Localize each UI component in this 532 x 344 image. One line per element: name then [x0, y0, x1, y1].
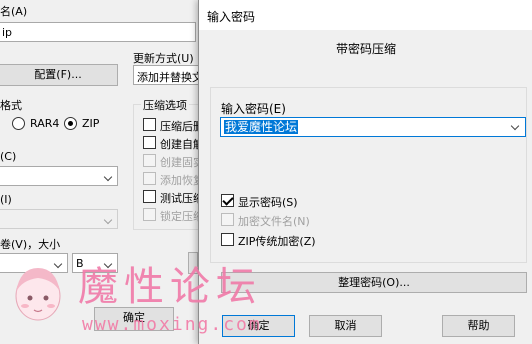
- split-size-input[interactable]: [0, 253, 68, 273]
- dictionary-size-select[interactable]: [0, 209, 118, 229]
- option-test-checkbox[interactable]: [143, 190, 156, 203]
- show-password-label: 显示密码(S): [238, 196, 298, 209]
- dictionary-size-label: (I): [0, 193, 12, 206]
- split-unit-value: B: [76, 257, 84, 270]
- compression-method-select[interactable]: [0, 166, 118, 186]
- compression-method-label: (C): [0, 150, 17, 163]
- format-rar4-radio[interactable]: [12, 117, 25, 130]
- format-zip-radio[interactable]: [64, 117, 77, 130]
- archive-ok-button[interactable]: 确定: [94, 307, 174, 331]
- profiles-button[interactable]: 配置(F)...: [0, 64, 118, 86]
- password-label: 输入密码(E): [221, 102, 286, 116]
- chevron-down-icon: [103, 259, 113, 269]
- option-delete-after-checkbox[interactable]: [143, 118, 156, 131]
- archive-format-label: 格式: [0, 99, 22, 112]
- chevron-down-icon: [103, 172, 113, 182]
- archive-name-field[interactable]: ip: [0, 22, 196, 42]
- encrypt-filenames-checkbox: [221, 213, 234, 226]
- archive-side-button[interactable]: [188, 252, 198, 274]
- format-zip-label: ZIP: [82, 117, 100, 130]
- zip-legacy-label: ZIP传统加密(Z): [238, 235, 316, 248]
- chevron-down-icon: [103, 215, 113, 225]
- dialog-heading: 带密码压缩: [335, 42, 396, 56]
- password-dialog: 输入密码 带密码压缩 输入密码(E) 我爱魔性论坛 显示密码(S) 加密文件名(…: [198, 0, 532, 344]
- cancel-button[interactable]: 取消: [309, 315, 382, 337]
- encrypt-filenames-label: 加密文件名(N): [238, 215, 310, 228]
- compression-options-label: 压缩选项: [141, 97, 189, 113]
- organize-passwords-button[interactable]: 整理密码(O)...: [221, 272, 527, 293]
- archive-name-label: 名(A): [0, 5, 28, 18]
- dialog-titlebar[interactable]: 输入密码: [199, 0, 532, 30]
- password-input[interactable]: 我爱魔性论坛: [220, 117, 526, 137]
- option-create-sfx-checkbox[interactable]: [143, 136, 156, 149]
- chevron-down-icon: [53, 259, 63, 269]
- update-mode-label: 更新方式(U): [133, 52, 194, 65]
- option-recovery-checkbox: [143, 172, 156, 185]
- password-value: 我爱魔性论坛: [224, 120, 299, 134]
- help-button[interactable]: 帮助: [442, 315, 515, 337]
- dialog-title: 输入密码: [207, 10, 256, 24]
- option-solid-checkbox: [143, 154, 156, 167]
- split-unit-select[interactable]: B: [72, 253, 118, 273]
- option-lock-checkbox: [143, 208, 156, 221]
- show-password-checkbox[interactable]: [221, 194, 234, 207]
- archive-name-value: ip: [2, 26, 13, 39]
- update-mode-select[interactable]: 添加并替换文: [133, 65, 203, 85]
- format-rar4-label: RAR4: [30, 117, 60, 130]
- update-mode-value: 添加并替换文: [137, 71, 203, 84]
- zip-legacy-checkbox[interactable]: [221, 233, 234, 246]
- chevron-down-icon[interactable]: [510, 121, 520, 131]
- split-volumes-label: 卷(V)，大小: [0, 238, 61, 251]
- ok-button[interactable]: 确定: [222, 315, 295, 337]
